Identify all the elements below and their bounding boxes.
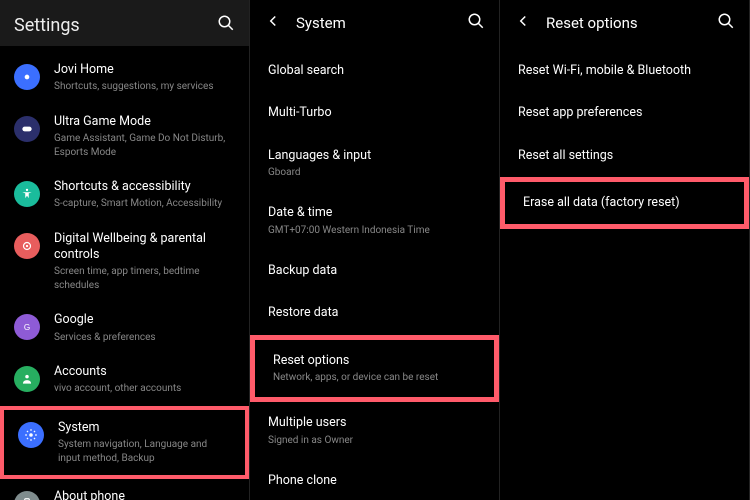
settings-item-ultra-game-mode[interactable]: Ultra Game Mode Game Assistant, Game Do N…	[0, 104, 249, 169]
jovi-icon	[14, 64, 40, 90]
search-icon[interactable]	[217, 14, 235, 36]
item-label: Reset all settings	[518, 148, 731, 164]
page-title: Settings	[14, 15, 80, 36]
system-item-multi-turbo[interactable]: Multi-Turbo	[250, 92, 499, 134]
settings-panel: Settings Jovi Home Shortcuts, suggestions…	[0, 0, 250, 500]
item-label: Shortcuts & accessibility	[54, 179, 235, 195]
about-icon	[14, 491, 40, 500]
item-label: System	[58, 420, 231, 436]
item-label: Backup data	[268, 263, 481, 279]
item-label: Accounts	[54, 364, 235, 380]
item-label: Date & time	[268, 205, 481, 221]
item-text: Google Services & preferences	[54, 312, 235, 344]
settings-list: Jovi Home Shortcuts, suggestions, my serv…	[0, 46, 249, 500]
game-icon	[14, 116, 40, 142]
google-icon: G	[14, 314, 40, 340]
svg-text:G: G	[24, 323, 30, 332]
wellbeing-icon	[14, 233, 40, 259]
item-label: Multi-Turbo	[268, 105, 481, 121]
back-icon[interactable]	[264, 12, 282, 34]
item-subtitle: Screen time, app timers, bedtime schedul…	[54, 265, 235, 292]
settings-item-jovi-home[interactable]: Jovi Home Shortcuts, suggestions, my serv…	[0, 52, 249, 104]
reset-item-reset-wi-fi-mobile-bluetooth[interactable]: Reset Wi-Fi, mobile & Bluetooth	[500, 50, 749, 92]
settings-item-shortcuts-accessibility[interactable]: Shortcuts & accessibility S-capture, Smar…	[0, 169, 249, 221]
item-label: Reset options	[273, 353, 476, 369]
item-subtitle: vivo account, other accounts	[54, 382, 235, 396]
page-title: System	[296, 14, 453, 32]
system-list: Global search Multi-Turbo Languages & inpu…	[250, 46, 499, 500]
item-label: Reset app preferences	[518, 105, 731, 121]
item-text: Accounts vivo account, other accounts	[54, 364, 235, 396]
item-subtitle: System navigation, Language and input me…	[58, 438, 231, 465]
item-label: Global search	[268, 63, 481, 79]
item-label: Digital Wellbeing & parental controls	[54, 231, 235, 264]
item-label: Jovi Home	[54, 62, 235, 78]
reset-item-reset-app-preferences[interactable]: Reset app preferences	[500, 92, 749, 134]
system-item-date-time[interactable]: Date & time GMT+07:00 Western Indonesia T…	[250, 192, 499, 250]
system-item-restore-data[interactable]: Restore data	[250, 292, 499, 334]
item-subtitle: Game Assistant, Game Do Not Disturb, Esp…	[54, 132, 235, 159]
item-label: Restore data	[268, 305, 481, 321]
item-subtitle: S-capture, Smart Motion, Accessibility	[54, 197, 235, 211]
settings-header: Settings	[0, 0, 249, 46]
settings-item-system[interactable]: System System navigation, Language and in…	[0, 406, 249, 479]
item-label: Ultra Game Mode	[54, 114, 235, 130]
system-item-global-search[interactable]: Global search	[250, 50, 499, 92]
item-subtitle: Shortcuts, suggestions, my services	[54, 80, 235, 94]
system-item-reset-options[interactable]: Reset options Network, apps, or device ca…	[250, 335, 499, 403]
item-label: Reset Wi-Fi, mobile & Bluetooth	[518, 63, 731, 79]
item-subtitle: Gboard	[268, 166, 481, 180]
settings-item-about-phone[interactable]: About phonevivo V21 5G	[0, 479, 249, 500]
search-icon[interactable]	[467, 12, 485, 34]
item-text: Ultra Game Mode Game Assistant, Game Do N…	[54, 114, 235, 159]
item-text: Shortcuts & accessibility S-capture, Smar…	[54, 179, 235, 211]
accounts-icon	[14, 366, 40, 392]
item-label: Phone clone	[268, 473, 481, 489]
item-text: Digital Wellbeing & parental controlsScr…	[54, 231, 235, 293]
item-subtitle: Network, apps, or device can be reset	[273, 371, 476, 385]
item-subtitle: Services & preferences	[54, 331, 235, 345]
system-icon	[18, 422, 44, 448]
item-label: Languages & input	[268, 148, 481, 164]
item-label: Erase all data (factory reset)	[523, 195, 726, 211]
item-label: Google	[54, 312, 235, 328]
settings-item-google[interactable]: G Google Services & preferences	[0, 302, 249, 354]
settings-item-accounts[interactable]: Accounts vivo account, other accounts	[0, 354, 249, 406]
reset-options-panel: Reset options Reset Wi-Fi, mobile & Blue…	[500, 0, 750, 500]
system-item-backup-data[interactable]: Backup data	[250, 250, 499, 292]
item-label: About phone	[54, 489, 235, 500]
system-item-languages-input[interactable]: Languages & input Gboard	[250, 135, 499, 193]
search-icon[interactable]	[717, 12, 735, 34]
system-header: System	[250, 0, 499, 46]
system-panel: System Global search Multi-Turbo Languages…	[250, 0, 500, 500]
item-subtitle: GMT+07:00 Western Indonesia Time	[268, 224, 481, 238]
reset-options-header: Reset options	[500, 0, 749, 46]
item-text: Jovi Home Shortcuts, suggestions, my serv…	[54, 62, 235, 94]
reset-item-reset-all-settings[interactable]: Reset all settings	[500, 135, 749, 177]
settings-item-digital-wellbeing-parental-controls[interactable]: Digital Wellbeing & parental controlsScr…	[0, 221, 249, 303]
item-label: Multiple users	[268, 415, 481, 431]
system-item-phone-clone[interactable]: Phone clone	[250, 460, 499, 500]
item-text: System System navigation, Language and in…	[58, 420, 231, 465]
item-text: About phonevivo V21 5G	[54, 489, 235, 500]
reset-item-erase-all-data-factory-reset[interactable]: Erase all data (factory reset)	[500, 177, 749, 229]
back-icon[interactable]	[514, 12, 532, 34]
item-subtitle: Signed in as Owner	[268, 434, 481, 448]
accessibility-icon	[14, 181, 40, 207]
reset-options-list: Reset Wi-Fi, mobile & Bluetooth Reset app…	[500, 46, 749, 233]
system-item-multiple-users[interactable]: Multiple users Signed in as Owner	[250, 402, 499, 460]
page-title: Reset options	[546, 14, 703, 32]
